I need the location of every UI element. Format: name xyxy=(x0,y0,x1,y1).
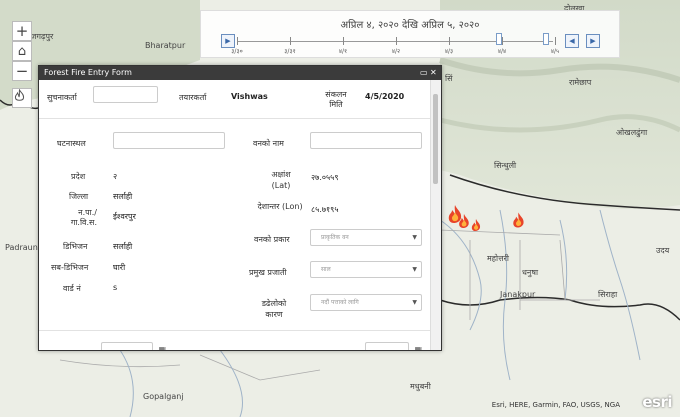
time-tick xyxy=(290,37,291,45)
next-button[interactable]: ▶ xyxy=(586,34,600,48)
reporter-label: सुचनाकर्ता xyxy=(47,93,77,102)
cause-value: नदौं पत्ताको लागि xyxy=(321,299,359,306)
range-end-handle[interactable] xyxy=(543,33,549,45)
range-start-handle[interactable] xyxy=(496,33,502,45)
chevron-down-icon: ▼ xyxy=(412,299,417,306)
place-label: धनुषा xyxy=(522,268,539,277)
form-body: सुचनाकर्ता तयारकर्ता Vishwas संकलन मिति … xyxy=(39,80,431,350)
date-value: 4/5/2020 xyxy=(365,92,405,101)
forest-name-label: वनको नाम xyxy=(253,139,284,148)
latitude-value: २७.०५५९ xyxy=(311,173,339,182)
place-label: महोत्तरी xyxy=(487,254,509,263)
place-label: Janakpur xyxy=(500,290,536,299)
division-value: सर्लाही xyxy=(113,242,133,251)
place-label: उदय xyxy=(656,246,670,255)
province-label: प्रदेश xyxy=(71,172,86,181)
municipality-label: न.पा./ गा.वि.स. xyxy=(70,208,97,227)
calendar-icon[interactable]: ▦ xyxy=(158,345,166,350)
time-track[interactable] xyxy=(237,41,553,42)
previous-button[interactable]: ◀ xyxy=(565,34,579,48)
place-label: सिराहा xyxy=(598,290,618,299)
forest-type-value: प्राकृतिक वन xyxy=(321,234,349,241)
time-tick-label: ३/३० xyxy=(231,48,243,55)
home-button[interactable]: ⌂ xyxy=(12,41,32,61)
time-tick-label: ४/२ xyxy=(391,48,401,55)
time-tick xyxy=(343,37,344,45)
subdivision-value: घारी xyxy=(113,263,126,272)
division-label: डिभिजन xyxy=(63,242,88,251)
time-tick-label: ४/४ xyxy=(497,48,507,55)
minimize-icon[interactable]: ▭ xyxy=(420,69,428,77)
form-scrollbar[interactable] xyxy=(430,80,441,350)
place-label: सिन्धुली xyxy=(494,161,517,170)
close-icon[interactable]: ✕ xyxy=(430,69,437,77)
forest-fire-entry-form: Forest Fire Entry Form ▭ ✕ सुचनाकर्ता तय… xyxy=(38,65,442,351)
forest-name-input[interactable] xyxy=(310,132,422,149)
place-label: रामेछाप xyxy=(569,78,592,87)
form-title: Forest Fire Entry Form xyxy=(44,68,132,77)
time-range-title: अप्रिल ४, २०२० देखि अप्रिल ५, २०२० xyxy=(340,20,480,31)
species-select[interactable]: साल ▼ xyxy=(310,261,422,278)
time-tick-label: ३/३१ xyxy=(284,48,296,55)
zoom-in-button[interactable]: + xyxy=(12,21,32,41)
map-attribution: Esri, HERE, Garmin, FAO, USGS, NGA xyxy=(491,401,620,409)
longitude-label: देशान्तर (Lon) xyxy=(257,202,303,211)
time-tick xyxy=(449,37,450,45)
time-tick xyxy=(237,37,238,45)
reporter-input[interactable] xyxy=(93,86,158,103)
previous-icon: ◀ xyxy=(569,37,575,45)
time-tick-label: ४/१ xyxy=(338,48,348,55)
district-label: जिल्ला xyxy=(69,192,89,201)
location-label: घटनास्थल xyxy=(57,139,86,148)
subdivision-label: सब-डिभिजन xyxy=(51,263,89,272)
time-tick xyxy=(555,37,556,45)
play-button[interactable]: ▶ xyxy=(221,34,235,48)
map-view[interactable]: Bharatpur निजगढ़पुर Padrauna Gopalganj म… xyxy=(0,0,680,417)
section-divider xyxy=(39,118,431,119)
forest-type-select[interactable]: प्राकृतिक वन ▼ xyxy=(310,229,422,246)
location-input[interactable] xyxy=(113,132,225,149)
place-label: Gopalganj xyxy=(143,392,184,401)
cause-label: डढेलोको कारण xyxy=(261,299,287,319)
time-tick-label: ४/५ xyxy=(550,48,560,55)
scrollbar-thumb[interactable] xyxy=(433,94,438,184)
time-tick xyxy=(396,37,397,45)
district-value: सर्लाही xyxy=(113,192,133,201)
calendar-icon[interactable]: ▦ xyxy=(414,345,422,350)
zoom-out-button[interactable]: − xyxy=(12,61,32,81)
longitude-value: ८५.७१९५ xyxy=(311,205,339,214)
time-tick-label: ४/३ xyxy=(444,48,454,55)
province-value: २ xyxy=(113,172,118,181)
forest-type-label: वनको प्रकार xyxy=(254,235,290,244)
time-tick xyxy=(502,37,503,45)
fire-icon xyxy=(14,89,25,101)
species-value: साल xyxy=(321,266,331,273)
form-titlebar[interactable]: Forest Fire Entry Form ▭ ✕ xyxy=(39,66,441,80)
recorder-value: Vishwas xyxy=(231,92,268,101)
latitude-label: अक्षांश (Lat) xyxy=(271,170,291,190)
place-label: Bharatpur xyxy=(145,41,186,50)
ward-label: वार्ड नं xyxy=(63,284,81,293)
ward-value: s xyxy=(113,283,118,292)
date-input[interactable]: ▦ xyxy=(365,342,422,350)
chevron-down-icon: ▼ xyxy=(412,266,417,273)
place-label: मधुबनी xyxy=(410,382,431,391)
cause-select[interactable]: नदौं पत्ताको लागि ▼ xyxy=(310,294,422,311)
municipality-value: ईश्वरपुर xyxy=(113,212,136,221)
next-icon: ▶ xyxy=(590,37,596,45)
place-label: सिं xyxy=(445,74,453,83)
chevron-down-icon: ▼ xyxy=(412,234,417,241)
play-icon: ▶ xyxy=(225,37,231,45)
place-label: ओखलढुंगा xyxy=(616,128,648,137)
date-label: संकलन मिति xyxy=(325,90,347,109)
recorder-label: तयारकर्ता xyxy=(179,93,207,102)
esri-logo: esri xyxy=(642,393,672,411)
section-divider xyxy=(39,330,431,331)
time-slider: अप्रिल ४, २०२० देखि अप्रिल ५, २०२० ▶ ३/३… xyxy=(200,10,620,58)
fire-layer-button[interactable] xyxy=(12,88,32,108)
species-label: प्रमुख प्रजाती xyxy=(249,268,287,277)
date-input[interactable]: ▦ xyxy=(101,342,166,350)
